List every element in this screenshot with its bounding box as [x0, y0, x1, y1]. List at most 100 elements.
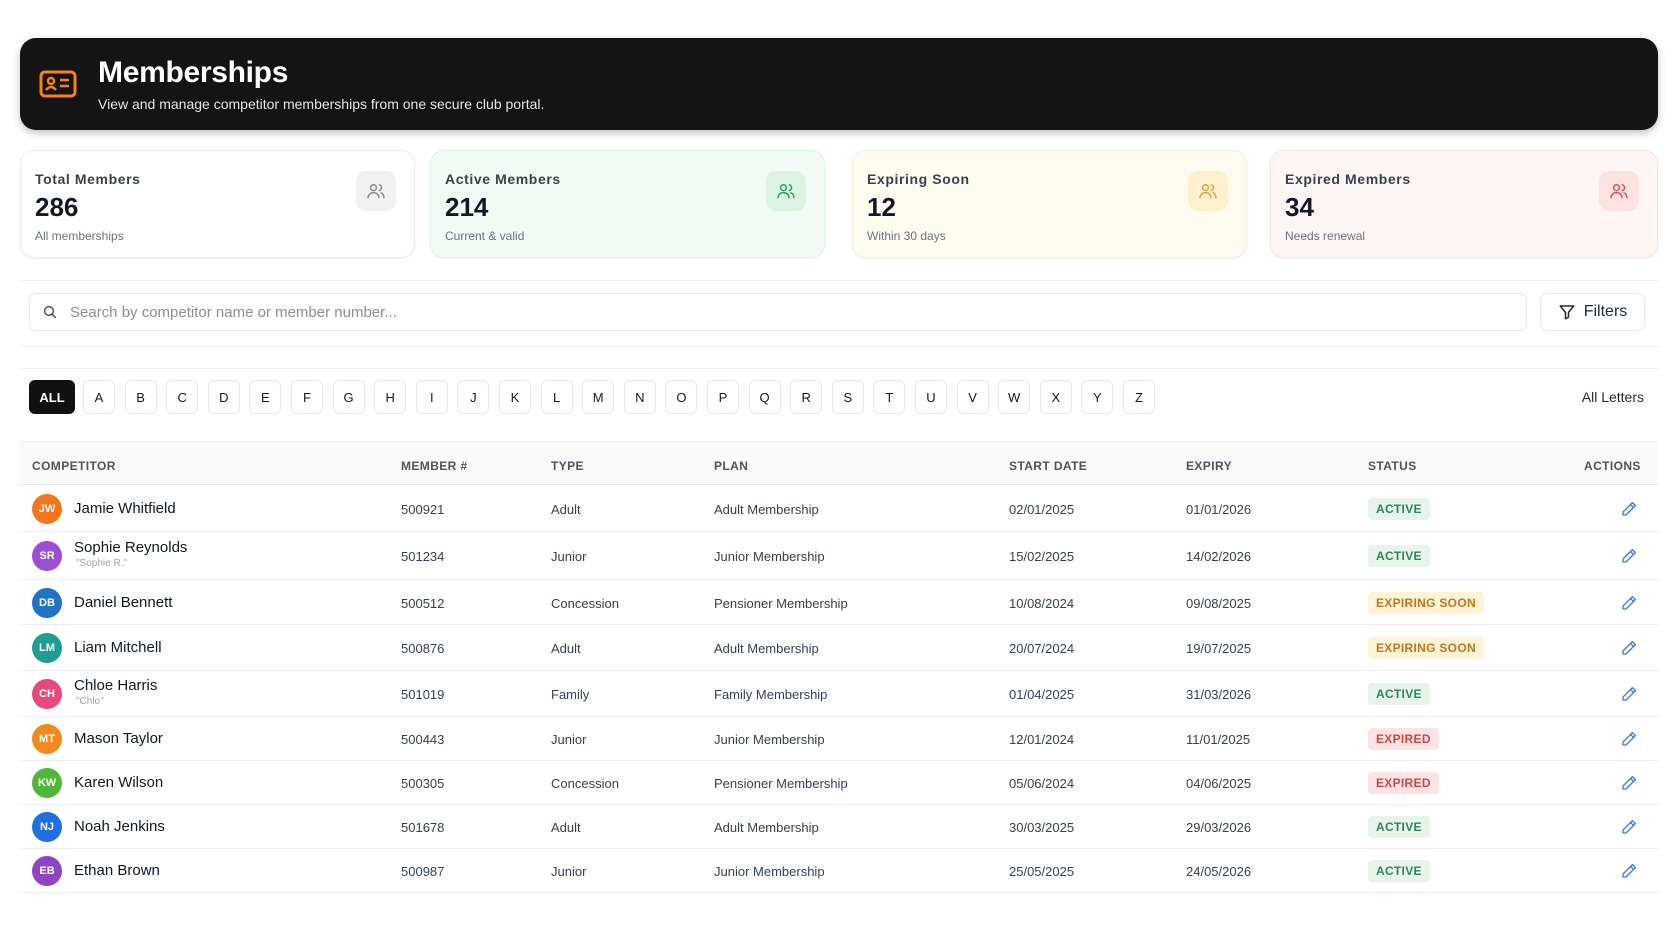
competitor-nickname: "Chlo" [76, 696, 104, 707]
search-input[interactable] [70, 303, 1510, 321]
letter-button-y[interactable]: Y [1081, 380, 1114, 414]
letter-button-h[interactable]: H [374, 380, 407, 414]
search-icon [43, 305, 57, 319]
letter-button-x[interactable]: X [1039, 380, 1072, 414]
page-title: Memberships [98, 56, 289, 89]
letter-button-f[interactable]: F [291, 380, 323, 414]
letter-button-s[interactable]: S [831, 380, 864, 414]
expiry-date: 14/02/2026 [1186, 549, 1252, 564]
pencil-icon[interactable] [1620, 730, 1638, 748]
status-badge: ACTIVE [1368, 545, 1430, 567]
letter-button-u[interactable]: U [915, 380, 947, 414]
competitor-name[interactable]: Mason Taylor [74, 730, 163, 747]
pencil-icon[interactable] [1620, 500, 1638, 518]
stat-card-expired[interactable]: Expired Members 34 Needs renewal [1270, 150, 1658, 258]
competitor-name[interactable]: Karen Wilson [74, 774, 163, 791]
letter-button-d[interactable]: D [207, 380, 240, 414]
letter-button-p[interactable]: P [707, 380, 739, 414]
table-row[interactable]: DB Daniel Bennett 500512 Concession Pensione… [20, 580, 1658, 625]
pencil-icon[interactable] [1620, 639, 1638, 657]
stat-card-expiring[interactable]: Expiring Soon 12 Within 30 days [852, 150, 1247, 258]
header-status[interactable]: STATUS [1368, 459, 1417, 473]
letter-button-k[interactable]: K [499, 380, 531, 414]
pencil-icon[interactable] [1620, 685, 1638, 703]
pencil-icon[interactable] [1620, 862, 1638, 880]
table-row[interactable]: SR Sophie Reynolds "Sophie R." 501234 Junior… [20, 532, 1658, 580]
header-actions: ACTIONS [1584, 459, 1641, 473]
table-row[interactable]: EB Ethan Brown 500987 Junior Junior Membersh… [20, 849, 1658, 893]
member-number: 500305 [401, 776, 445, 791]
table-row[interactable]: CH Chloe Harris "Chlo" 501019 Family Family M… [20, 671, 1658, 717]
competitor-name[interactable]: Sophie Reynolds [74, 539, 187, 556]
pencil-icon[interactable] [1620, 594, 1638, 612]
letter-button-z[interactable]: Z [1123, 380, 1155, 414]
start-date: 02/01/2025 [1009, 501, 1075, 517]
table-row[interactable]: JW Jamie Whitfield 500921 Adult Adult Member… [20, 485, 1658, 532]
header-type[interactable]: TYPE [551, 459, 584, 473]
membership-type: Adult [551, 501, 581, 517]
membership-type: Junior [551, 549, 587, 564]
avatar: LM [32, 633, 62, 663]
users-icon [766, 171, 806, 211]
header-competitor[interactable]: COMPETITOR [32, 459, 116, 473]
letter-button-all[interactable]: ALL [29, 380, 75, 414]
competitor-name[interactable]: Ethan Brown [74, 862, 160, 879]
competitor-name[interactable]: Noah Jenkins [74, 818, 165, 835]
filters-button[interactable]: Filters [1540, 293, 1645, 331]
letter-button-r[interactable]: R [790, 380, 823, 414]
divider [20, 280, 1658, 281]
expiry-date: 09/08/2025 [1186, 595, 1252, 611]
table-header: COMPETITOR MEMBER # TYPE PLAN START DATE… [20, 441, 1658, 485]
letter-button-o[interactable]: O [665, 380, 698, 414]
table-row[interactable]: KW Karen Wilson 500305 Concession Pensioner … [20, 761, 1658, 805]
competitor-name[interactable]: Liam Mitchell [74, 639, 162, 656]
id-card-icon [39, 70, 77, 98]
pencil-icon[interactable] [1620, 547, 1638, 565]
competitor-name[interactable]: Jamie Whitfield [74, 500, 176, 517]
header-start-date[interactable]: START DATE [1009, 459, 1087, 473]
letter-button-l[interactable]: L [540, 380, 573, 414]
letter-button-m[interactable]: M [582, 380, 615, 414]
avatar: NJ [32, 812, 62, 842]
pencil-icon[interactable] [1620, 818, 1638, 836]
table-row[interactable]: MT Mason Taylor 500443 Junior Junior Members… [20, 717, 1658, 761]
letter-button-t[interactable]: T [873, 380, 906, 414]
users-icon [1188, 171, 1228, 211]
letter-button-i[interactable]: I [415, 380, 448, 414]
competitor-name[interactable]: Chloe Harris [74, 677, 157, 694]
letter-button-j[interactable]: J [457, 380, 490, 414]
avatar: MT [32, 724, 62, 754]
letter-button-v[interactable]: V [956, 380, 989, 414]
stat-sub: Current & valid [445, 229, 525, 243]
letter-button-n[interactable]: N [623, 380, 656, 414]
table-row[interactable]: LM Liam Mitchell 500876 Adult Adult Membersh… [20, 625, 1658, 671]
search-bar[interactable] [29, 293, 1527, 331]
header-plan[interactable]: PLAN [714, 459, 748, 473]
membership-plan: Pensioner Membership [714, 776, 848, 791]
all-letters-label[interactable]: All Letters [1582, 389, 1644, 405]
letter-button-e[interactable]: E [249, 380, 282, 414]
competitor-name[interactable]: Daniel Bennett [74, 594, 172, 611]
letter-button-c[interactable]: C [166, 380, 199, 414]
stat-card-active[interactable]: Active Members 214 Current & valid [430, 150, 825, 258]
letter-button-q[interactable]: Q [748, 380, 781, 414]
stat-card-total[interactable]: Total Members 286 All memberships [20, 150, 415, 258]
header-expiry[interactable]: EXPIRY [1186, 459, 1232, 473]
avatar: DB [32, 587, 62, 618]
expiry-date: 01/01/2026 [1186, 501, 1252, 517]
letter-button-g[interactable]: G [332, 380, 365, 414]
expiry-date: 29/03/2026 [1186, 820, 1252, 835]
header-member-number[interactable]: MEMBER # [401, 459, 468, 473]
filters-label: Filters [1583, 303, 1628, 320]
competitor-nickname: "Sophie R." [76, 558, 128, 569]
table-row[interactable]: NJ Noah Jenkins 501678 Adult Adult Membershi… [20, 805, 1658, 849]
letter-button-b[interactable]: B [124, 380, 157, 414]
status-badge: EXPIRING SOON [1368, 637, 1484, 659]
letter-button-w[interactable]: W [998, 380, 1031, 414]
member-number: 501019 [401, 687, 445, 702]
letter-button-a[interactable]: A [83, 380, 115, 414]
membership-plan: Adult Membership [714, 641, 819, 656]
expiry-date: 11/01/2025 [1186, 732, 1251, 747]
pencil-icon[interactable] [1620, 774, 1638, 792]
memberships-table: COMPETITOR MEMBER # TYPE PLAN START DATE… [20, 441, 1658, 893]
